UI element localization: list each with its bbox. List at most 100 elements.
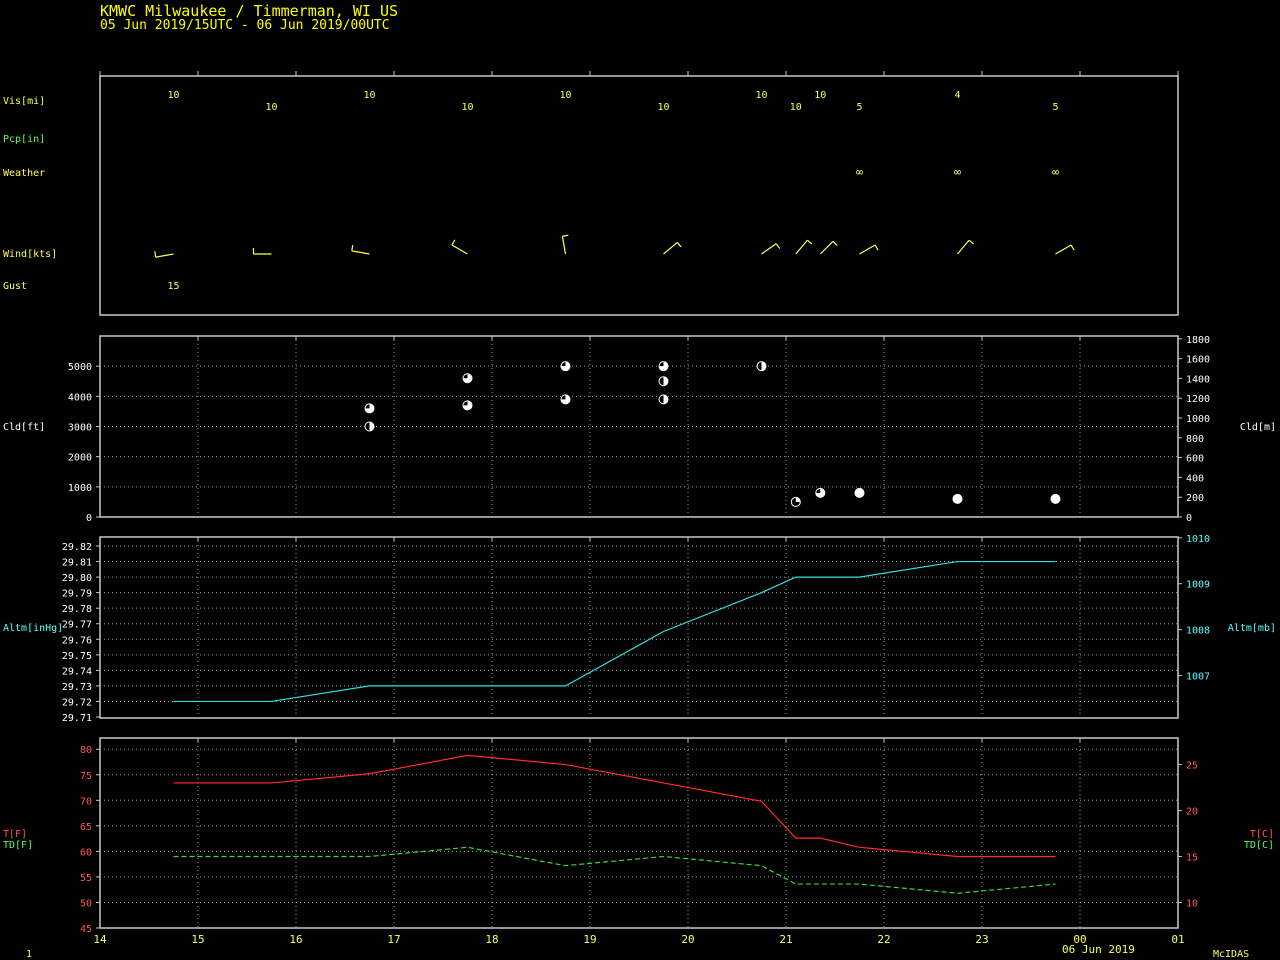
visibility-value: 10 bbox=[167, 90, 179, 101]
cloud-left-tick-label: 5000 bbox=[68, 362, 92, 373]
wind-barb-flag bbox=[968, 239, 975, 245]
time-tick-label: 23 bbox=[975, 933, 988, 946]
vis-row-label: Vis[mi] bbox=[3, 96, 45, 107]
time-tick-label: 18 bbox=[485, 933, 498, 946]
wind-barb-flag bbox=[154, 251, 157, 258]
wind-barb-staff bbox=[957, 239, 970, 255]
cloud-right-axis-label: Cld[m] bbox=[1240, 422, 1276, 433]
wind-barb-flag bbox=[351, 244, 354, 251]
altimeter-left-tick-label: 29.82 bbox=[62, 542, 92, 553]
temperature-series-line bbox=[173, 754, 1056, 858]
visibility-value: 10 bbox=[265, 102, 277, 113]
cloud-right-tick-label: 600 bbox=[1186, 454, 1204, 465]
wind-barb-flag bbox=[874, 244, 879, 251]
alt-panel-frame bbox=[99, 536, 1179, 719]
cloud-layer-marker bbox=[462, 373, 473, 384]
wind-barb bbox=[795, 239, 813, 255]
wind-barb-flag bbox=[451, 239, 456, 246]
wind-barb-flag bbox=[806, 239, 813, 245]
altimeter-left-tick-label: 29.78 bbox=[62, 604, 92, 615]
wind-barb-flag bbox=[1070, 244, 1075, 251]
temp-right-tick-label: 25 bbox=[1186, 761, 1198, 772]
temp-left-tick-label: 65 bbox=[80, 822, 92, 833]
cloud-right-tick-label: 1800 bbox=[1186, 335, 1210, 346]
altimeter-left-tick-label: 29.80 bbox=[62, 573, 92, 584]
wind-barb-staff bbox=[795, 239, 808, 255]
cloud-layer-marker bbox=[790, 496, 801, 507]
temp-right-axis-label: T[C] bbox=[1250, 829, 1274, 840]
wind-barb-staff bbox=[663, 241, 678, 255]
time-tick-label: 15 bbox=[191, 933, 204, 946]
wind-barb-staff bbox=[859, 244, 876, 255]
time-tick-label: 20 bbox=[681, 933, 694, 946]
dewpoint-right-axis-label: TD[C] bbox=[1244, 840, 1274, 851]
cloud-right-tick-label: 1000 bbox=[1186, 414, 1210, 425]
temp-right-tick-label: 10 bbox=[1186, 898, 1198, 909]
wind-barb-staff bbox=[819, 240, 834, 255]
temp-right-tick-label: 20 bbox=[1186, 807, 1198, 818]
altimeter-left-tick-label: 29.72 bbox=[62, 697, 92, 708]
time-tick-label: 01 bbox=[1171, 933, 1184, 946]
time-tick-label: 21 bbox=[779, 933, 792, 946]
wind-barb bbox=[154, 251, 174, 258]
visibility-value: 5 bbox=[1052, 102, 1058, 113]
wind-barb bbox=[819, 240, 838, 255]
cloud-layer-marker bbox=[462, 400, 473, 411]
wind-barb-flag bbox=[775, 243, 781, 249]
wind-barb-staff bbox=[1055, 244, 1072, 255]
temp-left-axis-label: T[F] bbox=[3, 829, 27, 840]
wind-row-label: Wind[kts] bbox=[3, 249, 57, 260]
visibility-value: 10 bbox=[461, 102, 473, 113]
visibility-value: 10 bbox=[657, 102, 669, 113]
wind-barb-flag bbox=[676, 242, 682, 248]
frame-number: 1 bbox=[26, 949, 32, 960]
cloud-left-tick-label: 0 bbox=[86, 513, 92, 524]
weather-fog-icon: ∞ bbox=[1052, 165, 1059, 179]
weather-fog-icon: ∞ bbox=[954, 165, 961, 179]
cloud-layer-marker bbox=[854, 487, 865, 498]
temp-panel-frame bbox=[99, 737, 1179, 929]
altimeter-right-tick-label: 1008 bbox=[1186, 626, 1210, 637]
visibility-value: 5 bbox=[856, 102, 862, 113]
altimeter-series-line bbox=[173, 560, 1056, 703]
altimeter-right-tick-label: 1010 bbox=[1186, 534, 1210, 545]
altimeter-left-tick-label: 29.75 bbox=[62, 651, 92, 662]
wind-barb bbox=[663, 241, 682, 255]
cloud-layer-marker bbox=[560, 394, 571, 405]
temp-left-tick-label: 70 bbox=[80, 796, 92, 807]
cloud-layer-marker bbox=[756, 361, 767, 372]
wind-barb bbox=[859, 244, 879, 255]
temp-left-tick-label: 75 bbox=[80, 771, 92, 782]
time-tick-label: 00 bbox=[1073, 933, 1086, 946]
cloud-cover-fill bbox=[795, 497, 801, 502]
dewpoint-left-axis-label: TD[F] bbox=[3, 840, 33, 851]
cloud-layer-marker bbox=[952, 493, 963, 504]
cloud-layer-marker bbox=[658, 376, 669, 387]
cloud-layer-marker bbox=[658, 394, 669, 405]
wind-barb bbox=[957, 239, 975, 255]
cloud-left-tick-label: 4000 bbox=[68, 392, 92, 403]
wind-barb-flag bbox=[832, 240, 838, 246]
altimeter-left-tick-label: 29.71 bbox=[62, 713, 92, 724]
temp-left-tick-label: 45 bbox=[80, 924, 92, 935]
cloud-right-tick-label: 0 bbox=[1186, 513, 1192, 524]
temp-left-tick-label: 60 bbox=[80, 847, 92, 858]
altimeter-left-tick-label: 29.79 bbox=[62, 589, 92, 600]
altimeter-left-tick-label: 29.74 bbox=[62, 666, 92, 677]
cloud-right-tick-label: 800 bbox=[1186, 434, 1204, 445]
visibility-value: 10 bbox=[790, 102, 802, 113]
wind-barb bbox=[252, 248, 272, 255]
plot-layer: 14 15 16 17 18 19 20 21 22 23 00 011010101010101010… bbox=[62, 71, 1210, 946]
cloud-right-tick-label: 400 bbox=[1186, 473, 1204, 484]
wind-barb-staff bbox=[761, 243, 777, 255]
gust-row-label: Gust bbox=[3, 281, 27, 292]
gust-value: 15 bbox=[167, 281, 179, 292]
cloud-layer-marker bbox=[1050, 493, 1061, 504]
visibility-value: 10 bbox=[755, 90, 767, 101]
wind-barb bbox=[561, 234, 569, 255]
temp-right-tick-label: 15 bbox=[1186, 852, 1198, 863]
cloud-left-axis-label: Cld[ft] bbox=[3, 422, 45, 433]
time-tick-label: 14 bbox=[93, 933, 107, 946]
time-tick-label: 19 bbox=[583, 933, 596, 946]
altimeter-right-tick-label: 1009 bbox=[1186, 580, 1210, 591]
